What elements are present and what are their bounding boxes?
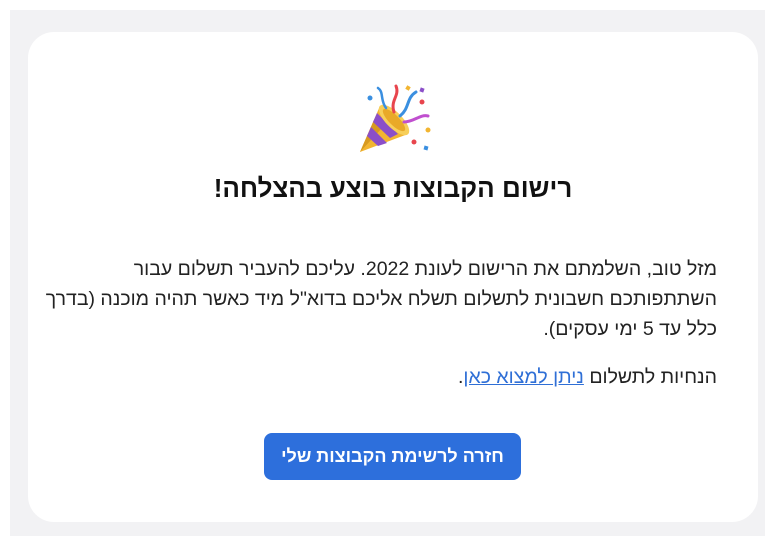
back-to-my-teams-button[interactable]: חזרה לרשימת הקבוצות שלי xyxy=(264,433,521,480)
success-message: מזל טוב, השלמתם את הרישום לעונת 2022. על… xyxy=(45,258,717,340)
payment-instructions-link[interactable]: ניתן למצוא כאן xyxy=(463,366,583,388)
payment-instructions-prefix: הנחיות לתשלום xyxy=(589,366,717,388)
party-popper-icon xyxy=(350,82,434,158)
payment-instructions: הנחיות לתשלום ניתן למצוא כאן. xyxy=(42,362,717,392)
page-title: רישום הקבוצות בוצע בהצלחה! xyxy=(213,173,573,203)
